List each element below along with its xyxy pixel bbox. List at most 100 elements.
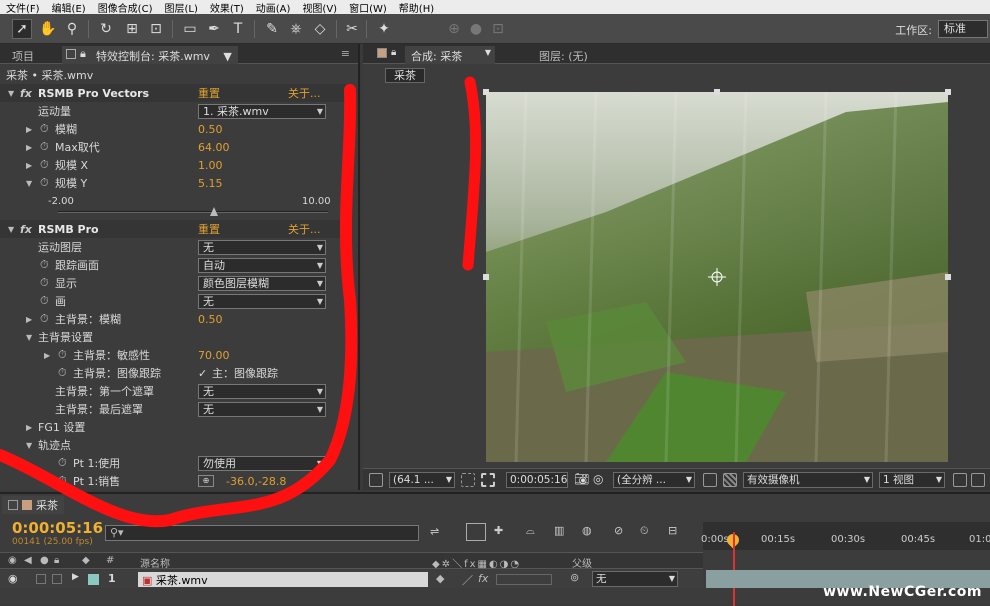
render-queue-icon[interactable]: ⊟ — [668, 524, 677, 537]
playhead-line[interactable] — [733, 532, 735, 606]
composition-viewer[interactable] — [486, 92, 948, 462]
tab-timeline[interactable]: 采茶 — [2, 496, 64, 514]
transform-handle[interactable] — [945, 274, 951, 280]
menu-composition[interactable]: 图像合成(C) — [92, 0, 159, 15]
layer-name-cell[interactable]: ▣ 采茶.wmv — [138, 572, 428, 587]
draft-3d-icon[interactable]: ✚ — [494, 524, 503, 537]
transparency-grid-icon[interactable] — [723, 473, 737, 487]
transform-handle[interactable] — [483, 274, 489, 280]
stopwatch-icon[interactable]: ⏱︎ — [40, 294, 49, 308]
selection-tool-icon[interactable]: ➚ — [12, 19, 32, 39]
axis-world-icon[interactable]: ● — [466, 19, 486, 39]
panel-menu-icon[interactable]: ≡ — [341, 47, 350, 60]
group-row[interactable]: ▼ 主背景设置 — [0, 328, 346, 346]
menu-window[interactable]: 窗口(W) — [343, 0, 393, 15]
comp-name-chip[interactable]: 采茶 — [385, 68, 425, 83]
chevron-down-icon[interactable]: ▼ — [485, 48, 491, 57]
lock-icon[interactable]: 🔒︎ — [54, 555, 59, 566]
about-link[interactable]: 关于... — [288, 85, 321, 101]
reset-link[interactable]: 重置 — [198, 221, 220, 237]
expand-triangle-icon[interactable]: ▶ — [26, 161, 32, 170]
col-source-name[interactable]: 源名称 — [140, 555, 170, 570]
lock-icon[interactable]: 🔒︎ — [80, 47, 86, 61]
solo-icon[interactable]: ● — [40, 555, 49, 566]
fx-switch-icon[interactable]: fx — [478, 572, 488, 585]
draw-dropdown[interactable]: 无 — [198, 293, 326, 309]
brush-tool-icon[interactable]: ✎ — [262, 19, 282, 39]
max-value[interactable]: 64.00 — [198, 141, 230, 154]
stopwatch-icon[interactable]: ⏱︎ — [40, 276, 49, 290]
tab-project[interactable]: 项目 — [6, 46, 40, 64]
clone-stamp-tool-icon[interactable]: ⎈ — [286, 19, 306, 39]
effect-header-rsmb-vectors[interactable]: ▼ fx RSMB Pro Vectors 重置 关于... — [0, 84, 346, 102]
workspace-select[interactable]: 标准 — [938, 20, 988, 38]
transform-handle[interactable] — [483, 89, 489, 95]
mainbg-blur-value[interactable]: 0.50 — [198, 313, 223, 326]
scale-y-value[interactable]: 5.15 — [198, 177, 223, 190]
hand-tool-icon[interactable]: ✋ — [38, 19, 58, 39]
about-link[interactable]: 关于... — [288, 221, 321, 237]
menu-edit[interactable]: 编辑(E) — [46, 0, 92, 15]
display-dropdown[interactable]: 颜色图层模糊 — [198, 275, 326, 291]
live-update-icon[interactable] — [466, 523, 486, 541]
motion-blur-icon[interactable]: ◍ — [582, 524, 592, 537]
zoom-dropdown[interactable]: (64.1 ... — [389, 472, 455, 488]
pt1-offset-value[interactable]: -36.0,-28.8 — [226, 475, 286, 488]
motion-layer-dropdown[interactable]: 无 — [198, 239, 326, 255]
expand-triangle-icon[interactable]: ▼ — [8, 225, 14, 234]
label-color-swatch[interactable] — [88, 574, 99, 585]
fast-preview-icon[interactable] — [971, 473, 985, 487]
eye-icon[interactable]: ◉ — [8, 572, 18, 585]
menu-effect[interactable]: 效果(T) — [204, 0, 250, 15]
close-icon[interactable] — [8, 500, 18, 510]
eraser-tool-icon[interactable]: ◇ — [310, 19, 330, 39]
expand-triangle-icon[interactable]: ▶ — [26, 125, 32, 134]
expand-triangle-icon[interactable]: ▶ — [26, 143, 32, 152]
stopwatch-icon[interactable]: ⏱︎ — [40, 158, 49, 172]
camera-dropdown[interactable]: 有效摄像机 — [743, 472, 873, 488]
transform-handle[interactable] — [714, 89, 720, 95]
axis-view-icon[interactable]: ⊡ — [488, 19, 508, 39]
layout-icon[interactable] — [953, 473, 967, 487]
solo-toggle[interactable] — [52, 574, 62, 584]
stopwatch-icon[interactable]: ⏱︎ — [40, 312, 49, 326]
lock-icon[interactable]: 🔒︎ — [391, 47, 396, 58]
time-ruler[interactable]: 0:00s 00:15s 00:30s 00:45s 01:00 — [701, 522, 990, 550]
comp-mini-flowchart-icon[interactable]: ⇌ — [430, 525, 439, 538]
switches-boxes[interactable] — [496, 574, 552, 585]
camera-snapshot-icon[interactable]: 📷︎ — [574, 473, 589, 487]
blur-value[interactable]: 0.50 — [198, 123, 223, 136]
roto-brush-tool-icon[interactable]: ✂ — [342, 19, 362, 39]
parent-dropdown[interactable]: 无 — [592, 571, 678, 587]
tab-close-icon[interactable]: ▼ — [223, 50, 231, 63]
shy-switch-icon[interactable]: ◆ — [436, 572, 444, 585]
quality-switch-icon[interactable]: ／ — [462, 572, 473, 588]
checkbox-checked-icon[interactable]: ✓ — [198, 367, 207, 380]
effect-header-rsmb-pro[interactable]: ▼ fx RSMB Pro 重置 关于... — [0, 220, 346, 238]
expand-triangle-icon[interactable]: ▼ — [8, 89, 14, 98]
expand-triangle-icon[interactable]: ▶ — [26, 315, 32, 324]
switches-icon[interactable]: ◆✲＼fx▦◐◑◔ — [432, 555, 521, 570]
color-channels-icon[interactable]: ◎ — [593, 473, 607, 487]
brainstorm-icon[interactable]: ⏲︎ — [640, 524, 649, 538]
menu-view[interactable]: 视图(V) — [296, 0, 343, 15]
group-row[interactable]: ▶ FG1 设置 — [0, 418, 346, 436]
collapse-triangle-icon[interactable]: ▼ — [26, 333, 32, 342]
camera-tool-icon[interactable]: ⊞ — [122, 19, 142, 39]
eye-icon[interactable]: ◉ — [8, 555, 17, 566]
collapse-triangle-icon[interactable]: ▼ — [26, 441, 32, 450]
tab-effect-controls[interactable]: 🔒︎ 特效控制台: 采茶.wmv ▼ — [62, 46, 238, 64]
expand-triangle-icon[interactable]: ▶ — [72, 572, 79, 582]
track-dropdown[interactable]: 自动 — [198, 257, 326, 273]
region-icon[interactable] — [703, 473, 717, 487]
stopwatch-icon[interactable]: ⏱︎ — [58, 474, 67, 488]
layer-row[interactable]: ◉ ▶ 1 ▣ 采茶.wmv ◆ ／ fx ⊚ 无 — [0, 570, 703, 588]
menu-animation[interactable]: 动画(A) — [250, 0, 297, 15]
pick-whip-icon[interactable]: ⊚ — [570, 571, 579, 584]
timeline-search-input[interactable]: ⚲▾ — [105, 525, 419, 541]
menu-file[interactable]: 文件(F) — [0, 0, 46, 15]
menu-layer[interactable]: 图层(L) — [158, 0, 203, 15]
frame-blending-icon[interactable]: ▥ — [554, 524, 564, 537]
stopwatch-icon[interactable]: ⏱︎ — [58, 456, 67, 470]
tab-layer[interactable]: 图层: (无) — [533, 46, 594, 64]
